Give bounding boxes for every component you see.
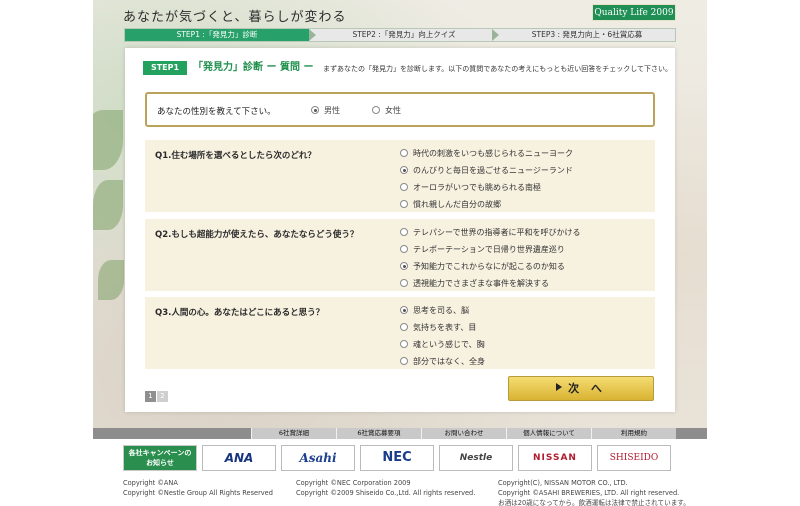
gender-question-label: あなたの性別を教えて下さい。 [157,107,276,117]
answer-option[interactable]: 時代の刺激をいつも感じられるニューヨーク [400,149,573,166]
footer-link-prize-details[interactable]: 6社賞詳細 [251,428,336,439]
pagination: 12 [145,383,169,402]
radio-icon[interactable] [372,106,380,114]
answer-option[interactable]: のんびりと毎日を過ごせるニュージーランド [400,166,573,183]
option-label: 予知能力でこれからなにが起こるのか知る [413,262,565,271]
page-2[interactable]: 2 [157,391,168,402]
copyright-nec: Copyright ©NEC Corporation 2009 [296,479,411,487]
footer-link-terms[interactable]: 利用規約 [591,428,676,439]
step-separator [492,29,499,41]
answer-option[interactable]: オーロラがいつでも眺められる南極 [400,183,573,200]
copyright-ana: Copyright ©ANA [123,479,178,487]
copyright-nestle: Copyright ©Nestle Group All Rights Reser… [123,489,273,497]
ana-logo[interactable]: ANA [202,445,276,471]
radio-icon[interactable] [400,245,408,253]
answer-option[interactable]: 魂という感じで、胸 [400,340,485,357]
radio-icon[interactable] [400,279,408,287]
question-block-2: Q2.もしも超能力が使えたら、あなたならどう使う？ テレパシーで世界の指導者に平… [145,219,655,291]
step-2: STEP2 :「発見力」向上クイズ [352,30,456,39]
option-label: オーロラがいつでも眺められる南極 [413,183,541,192]
page-1: 1 [145,391,156,402]
option-label: 男性 [324,106,340,115]
copyright-shiseido: Copyright ©2009 Shiseido Co.,Ltd. All ri… [296,489,476,497]
radio-selected-icon[interactable] [400,262,408,270]
radio-selected-icon[interactable] [400,166,408,174]
option-label: のんびりと毎日を過ごせるニュージーランド [413,166,573,175]
answer-option[interactable]: テレポーテーションで日帰り世界遺産巡り [400,245,581,262]
diagnosis-header: STEP1 「発見力」診断 ー 質問 ー まずあなたの「発見力」を診断します。以… [143,61,672,77]
answer-option[interactable]: 思考を司る、脳 [400,306,485,323]
diagnosis-card: STEP1 「発見力」診断 ー 質問 ー まずあなたの「発見力」を診断します。以… [125,48,675,412]
radio-icon[interactable] [400,323,408,331]
question-block-1: Q1.住む場所を選べるとしたら次のどれ？ 時代の刺激をいつも感じられるニューヨー… [145,140,655,212]
step-progress-bar: STEP1 :「発見力」診断 STEP2 :「発見力」向上クイズ STEP3 :… [124,28,676,42]
nissan-logo[interactable]: NISSAN [518,445,592,471]
option-label: 気持ちを表す、目 [413,323,477,332]
option-label: 思考を司る、脳 [413,306,469,315]
question-title: Q3.人間の心。あなたはどこにあると思う？ [155,308,325,318]
header-tagline: あなたが気づくと、暮らしが変わる [123,10,347,25]
answer-option[interactable]: 予知能力でこれからなにが起こるのか知る [400,262,581,279]
hero-background: あなたが気づくと、暮らしが変わる Quality Life 2009 STEP1… [93,0,707,428]
brand-logo: Quality Life 2009 [592,4,676,21]
step-3: STEP3 : 発見力向上・6社賞応募 [531,30,643,39]
answer-options: 思考を司る、脳 気持ちを表す、目 魂という感じで、胸 部分ではなく、全身 [400,306,485,374]
diagnosis-description: まずあなたの「発見力」を診断します。以下の質問であなたの考えにもっとも近い回答を… [323,65,673,73]
answer-options: 時代の刺激をいつも感じられるニューヨーク のんびりと毎日を過ごせるニュージーラン… [400,149,573,217]
radio-icon[interactable] [400,357,408,365]
footer-link-privacy[interactable]: 個人情報について [506,428,591,439]
footer-link-contact[interactable]: お問い合わせ [421,428,506,439]
gender-question: あなたの性別を教えて下さい。 男性 女性 [145,92,655,127]
next-button[interactable]: 次 へ [508,376,654,401]
radio-icon[interactable] [400,183,408,191]
copyright-asahi: Copyright ©ASAHI BREWERIES, LTD. All rig… [498,489,680,497]
answer-option[interactable]: 透視能力でさまざまな事件を解決する [400,279,581,296]
campaign-line-2: お知らせ [146,459,174,467]
gender-option-female[interactable]: 女性 [372,106,401,116]
option-label: テレポーテーションで日帰り世界遺産巡り [413,245,565,254]
radio-icon[interactable] [400,149,408,157]
question-title: Q2.もしも超能力が使えたら、あなたならどう使う？ [155,230,359,240]
diagnosis-title: 「発見力」診断 ー 質問 ー [193,62,314,73]
footer-link-prize-entry[interactable]: 6社賞応募要項 [336,428,421,439]
step-separator [309,29,316,41]
leaf-decoration [93,110,123,170]
play-arrow-icon [556,383,563,391]
step-tag: STEP1 [143,61,187,75]
answer-option[interactable]: 慣れ親しんだ自分の故郷 [400,200,573,217]
answer-option[interactable]: 気持ちを表す、目 [400,323,485,340]
answer-option[interactable]: 部分ではなく、全身 [400,357,485,374]
gender-option-male[interactable]: 男性 [311,106,340,116]
radio-icon[interactable] [400,200,408,208]
campaign-line-1: 各社キャンペーンの [128,449,192,457]
option-label: 慣れ親しんだ自分の故郷 [413,200,501,209]
step-1: STEP1 :「発見力」診断 [125,29,309,41]
asahi-logo[interactable]: Asahi [281,445,355,471]
radio-icon[interactable] [400,228,408,236]
radio-selected-icon[interactable] [400,306,408,314]
question-block-3: Q3.人間の心。あなたはどこにあると思う？ 思考を司る、脳 気持ちを表す、目 魂… [145,297,655,369]
option-label: 部分ではなく、全身 [413,357,485,366]
nestle-logo[interactable]: Nestle [439,445,513,471]
leaf-decoration [93,180,123,230]
option-label: 魂という感じで、胸 [413,340,485,349]
sponsor-logos: 各社キャンペーンの お知らせ ANA Asahi NEC Nestle NISS… [93,445,707,471]
question-title: Q1.住む場所を選べるとしたら次のどれ？ [155,151,316,161]
copyright-nissan: Copyright(C), NISSAN MOTOR CO., LTD. [498,479,628,487]
alcohol-notice: お酒は20歳になってから。飲酒運転は法律で禁止されています。 [498,499,690,506]
option-label: 時代の刺激をいつも感じられるニューヨーク [413,149,573,158]
campaign-news-button[interactable]: 各社キャンペーンの お知らせ [123,445,197,471]
option-label: 女性 [385,106,401,115]
answer-options: テレパシーで世界の指導者に平和を呼びかける テレポーテーションで日帰り世界遺産巡… [400,228,581,296]
radio-icon[interactable] [400,340,408,348]
shiseido-logo[interactable]: SHISEIDO [597,445,671,471]
option-label: 透視能力でさまざまな事件を解決する [413,279,549,288]
option-label: テレパシーで世界の指導者に平和を呼びかける [413,228,581,237]
next-button-label: 次 へ [568,382,606,395]
nec-logo[interactable]: NEC [360,445,434,471]
answer-option[interactable]: テレパシーで世界の指導者に平和を呼びかける [400,228,581,245]
leaf-decoration [98,260,124,300]
radio-selected-icon[interactable] [311,106,319,114]
footer-nav: 6社賞詳細 6社賞応募要項 お問い合わせ 個人情報について 利用規約 [93,428,707,439]
